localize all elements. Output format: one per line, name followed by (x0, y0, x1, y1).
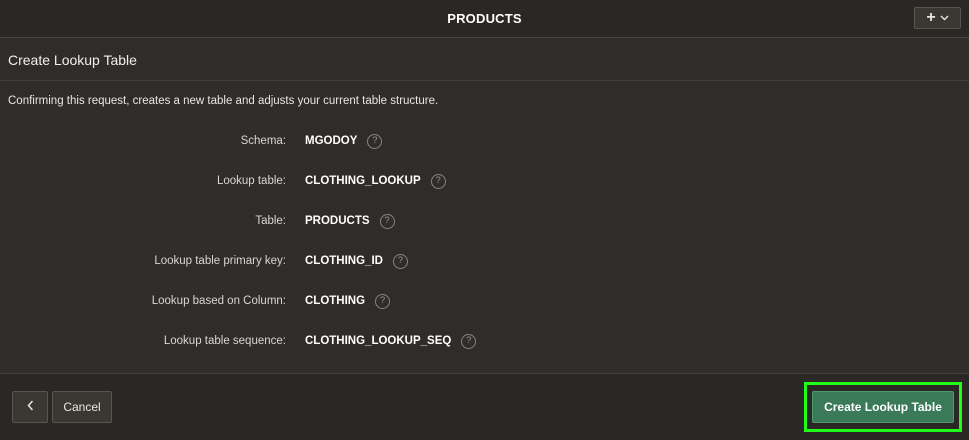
field-value: CLOTHING (305, 295, 366, 307)
field-row-primary-key: Lookup table primary key: CLOTHING_ID ? (0, 251, 969, 271)
field-label: Lookup table primary key: (154, 255, 286, 267)
help-icon[interactable]: ? (430, 173, 446, 189)
plus-icon: + (926, 9, 936, 26)
help-icon[interactable]: ? (379, 213, 395, 229)
field-label: Lookup based on Column: (151, 295, 286, 307)
page-title: PRODUCTS (447, 11, 522, 26)
dialog-body: Confirming this request, creates a new t… (0, 81, 969, 373)
field-row-schema: Schema: MGODOY ? (0, 131, 969, 151)
back-button[interactable] (12, 391, 48, 423)
field-label: Lookup table sequence: (163, 335, 286, 347)
field-value: MGODOY (305, 135, 358, 147)
cancel-button[interactable]: Cancel (52, 391, 112, 423)
dialog-title: Create Lookup Table (8, 52, 137, 68)
help-icon[interactable]: ? (375, 293, 391, 309)
dialog-description: Confirming this request, creates a new t… (8, 95, 439, 107)
chevron-down-icon (940, 14, 949, 23)
field-value: CLOTHING_ID (305, 255, 383, 267)
field-value: PRODUCTS (305, 215, 370, 227)
field-row-table: Table: PRODUCTS ? (0, 211, 969, 231)
dialog-header: Create Lookup Table (0, 39, 969, 81)
help-icon[interactable]: ? (367, 133, 383, 149)
field-label: Lookup table: (216, 175, 286, 187)
add-menu-button[interactable]: + (914, 7, 961, 29)
chevron-left-icon (26, 398, 34, 416)
field-label: Table: (255, 215, 286, 227)
top-bar: PRODUCTS + (0, 0, 969, 38)
field-row-based-on-column: Lookup based on Column: CLOTHING ? (0, 291, 969, 311)
help-icon[interactable]: ? (461, 333, 477, 349)
field-value: CLOTHING_LOOKUP (305, 175, 421, 187)
field-label: Schema: (240, 135, 286, 147)
field-value: CLOTHING_LOOKUP_SEQ (305, 335, 452, 347)
dialog-footer: Cancel Create Lookup Table (0, 373, 969, 440)
create-lookup-table-button[interactable]: Create Lookup Table (812, 391, 954, 423)
field-row-sequence: Lookup table sequence: CLOTHING_LOOKUP_S… (0, 331, 969, 351)
help-icon[interactable]: ? (392, 253, 408, 269)
field-row-lookup-table: Lookup table: CLOTHING_LOOKUP ? (0, 171, 969, 191)
